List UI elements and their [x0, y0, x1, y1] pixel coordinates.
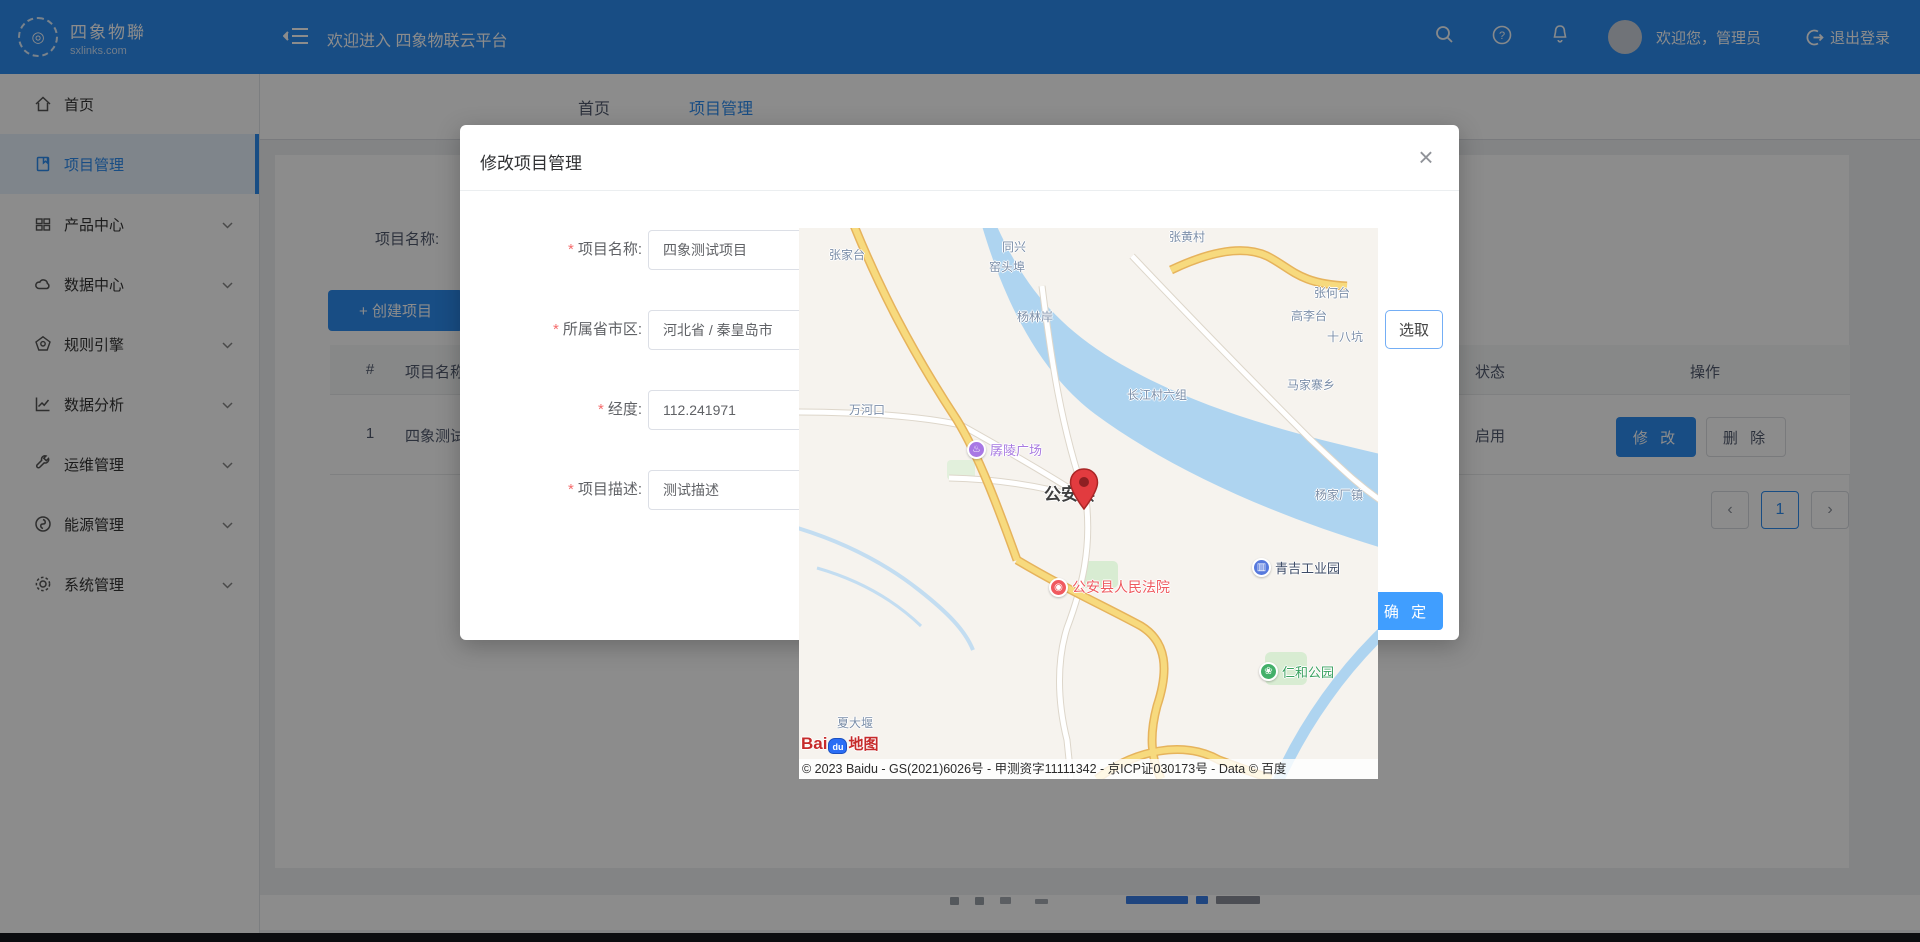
map-poi: ♨ 孱陵广场: [967, 440, 1042, 459]
required-asterisk: *: [553, 321, 559, 338]
field-label-description: *项目描述:: [460, 470, 642, 510]
pick-location-button[interactable]: 选取: [1385, 310, 1443, 349]
map-poi: ◉ 公安县人民法院: [1049, 577, 1170, 597]
map-place-label: 马家寨乡: [1287, 376, 1335, 393]
confirm-button[interactable]: 确 定: [1371, 592, 1443, 630]
modal-close-icon[interactable]: ×: [1408, 139, 1444, 175]
map-place-label: 张家台: [829, 246, 865, 263]
required-asterisk: *: [598, 401, 604, 418]
field-label-project-name: *项目名称:: [460, 230, 642, 270]
baidu-maps-logo: Bai du 地图: [801, 733, 878, 754]
map-place-label: 张何台: [1314, 284, 1350, 301]
map-place-label: 万河口: [849, 401, 885, 418]
map-location-pin[interactable]: [1069, 468, 1099, 515]
map-poi: ❀ 仁和公园: [1259, 662, 1334, 681]
map-place-label: 十八坑: [1327, 328, 1363, 345]
map-place-label: 高李台: [1291, 307, 1327, 324]
map-place-label: 长江村六组: [1127, 386, 1187, 403]
map-place-label: 张黄村: [1169, 228, 1205, 245]
poi-square-icon: ♨: [967, 440, 986, 459]
poi-park-icon: ❀: [1259, 662, 1278, 681]
poi-court-icon: ◉: [1049, 578, 1068, 597]
map-place-label: 杨家厂镇: [1315, 486, 1363, 503]
baidu-map-canvas[interactable]: 张家台 同兴 窑头埠 张黄村 杨林岸 张何台 高李台 十八坑 马家寨乡 长江村六…: [799, 228, 1378, 779]
baidu-paw-icon: du: [828, 738, 847, 754]
map-place-label: 杨林岸: [1017, 308, 1053, 325]
map-place-label: 窑头埠: [989, 258, 1025, 275]
required-asterisk: *: [568, 241, 574, 258]
modal-title: 修改项目管理: [480, 149, 582, 174]
field-label-region: *所属省市区:: [460, 310, 642, 350]
poi-industry-icon: ▥: [1252, 558, 1271, 577]
field-label-longitude: *经度:: [460, 390, 642, 430]
map-place-label: 同兴: [1002, 238, 1026, 255]
edit-project-modal: 修改项目管理 × *项目名称: *所属省市区: *经度: *项目描述: 选取 确…: [460, 125, 1459, 640]
modal-header-divider: [460, 190, 1459, 191]
map-poi: ▥ 青吉工业园: [1252, 558, 1340, 577]
map-attribution: © 2023 Baidu - GS(2021)6026号 - 甲测资字11111…: [799, 759, 1378, 779]
map-place-label: 夏大堰: [837, 714, 873, 731]
required-asterisk: *: [568, 481, 574, 498]
app-root: ◎ 四象物聯 sxlinks.com 欢迎进入 四象物联云平台 ?: [0, 0, 1920, 942]
